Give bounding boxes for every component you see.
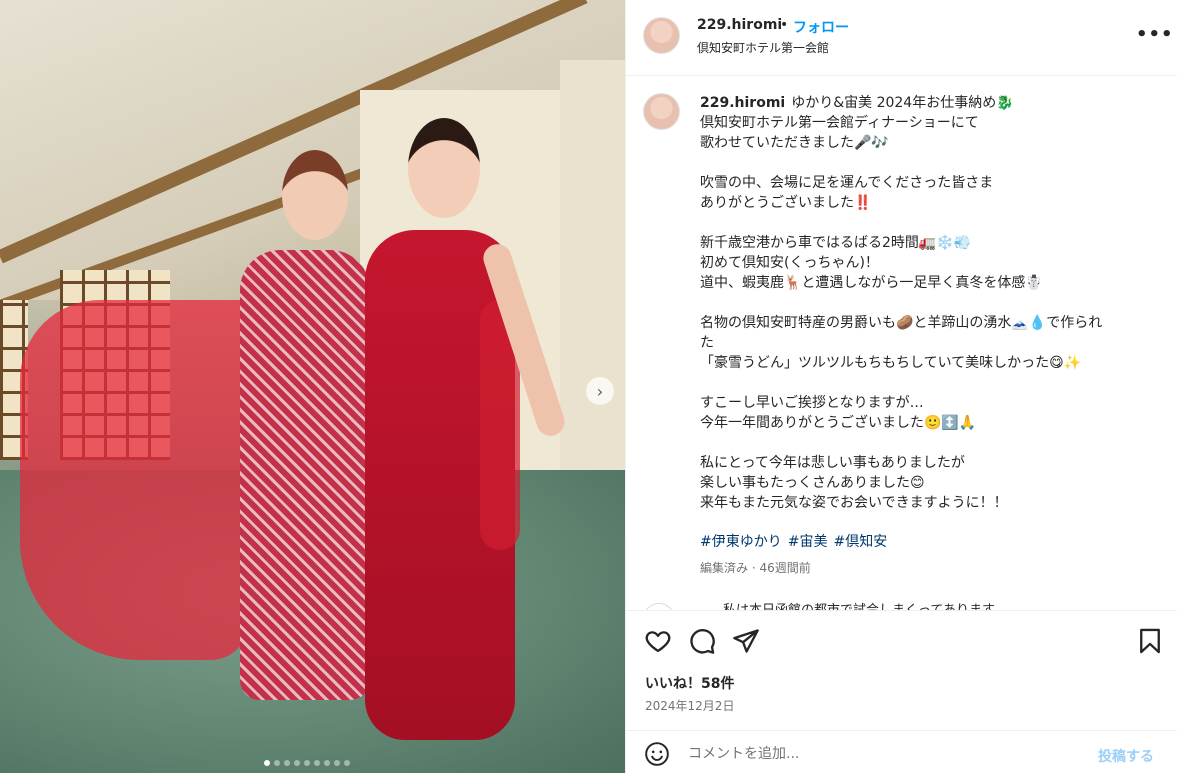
- carousel-dot: [294, 760, 300, 766]
- photo-shawl: [20, 300, 250, 660]
- comment-avatar[interactable]: [643, 603, 675, 610]
- caption-line: 楽しい事もたっくさんありました😊: [700, 475, 925, 491]
- post-header: 229.hiromi • フォロー 倶知安町ホテル第一会館 •••: [626, 0, 1177, 76]
- caption-line: ありがとうございました‼️: [700, 195, 872, 211]
- caption-line: 倶知安町ホテル第一会館ディナーショーにて: [700, 115, 979, 131]
- paper-plane-icon[interactable]: [732, 627, 760, 655]
- caption-line: た: [700, 335, 714, 351]
- carousel-dot: [324, 760, 330, 766]
- smiley-icon[interactable]: [644, 741, 670, 767]
- post-actions: いいね！58件 2024年12月2日: [626, 610, 1177, 730]
- caption-line: 私にとって今年は悲しい事もありましたが: [700, 455, 965, 471]
- post-side-panel: 229.hiromi • フォロー 倶知安町ホテル第一会館 ••• 229.hi…: [625, 0, 1177, 773]
- comment-bar: 投稿する: [626, 730, 1177, 773]
- caption-line: 吹雪の中、会場に足を運んでくださった皆さま: [700, 175, 994, 191]
- comment-item: 私は本日函館の都市で試合しまくってあります: [643, 599, 1163, 610]
- caption-line: 新千歳空港から車ではるばる2時間🚛❄️💨: [700, 235, 972, 251]
- caption-line: すこーし早いご挨拶となりますが…: [700, 395, 924, 411]
- photo-dress-left: [240, 250, 370, 700]
- caption-avatar[interactable]: [643, 93, 680, 130]
- carousel-dot: [274, 760, 280, 766]
- caption-line: 初めて倶知安(くっちゃん)！: [700, 255, 879, 271]
- caption-text: ゆかり&宙美 2024年お仕事納め🐉: [791, 95, 1014, 111]
- chevron-right-icon: ›: [596, 381, 604, 401]
- caption-username[interactable]: 229.hiromi: [700, 95, 785, 111]
- avatar[interactable]: [643, 17, 680, 54]
- caption-line: [700, 213, 1160, 233]
- comment-text: 私は本日函館の都市で試合しまくってあります: [723, 599, 995, 610]
- location-link[interactable]: 倶知安町ホテル第一会館: [697, 39, 829, 56]
- caption-first-line: 229.hiromi ゆかり&宙美 2024年お仕事納め🐉: [700, 93, 1160, 113]
- comments-scroll-area[interactable]: 229.hiromi ゆかり&宙美 2024年お仕事納め🐉 倶知安町ホテル第一会館…: [626, 77, 1177, 610]
- photo-person-left: [282, 150, 348, 240]
- carousel-dot: [304, 760, 310, 766]
- hashtag-link[interactable]: #宙美: [788, 534, 828, 550]
- header-separator: •: [780, 17, 789, 33]
- carousel-dot: [344, 760, 350, 766]
- caption-line: [700, 433, 1160, 453]
- post-photo[interactable]: ›: [0, 0, 625, 773]
- carousel-dot: [334, 760, 340, 766]
- caption-line: 「豪雪うどん」ツルツルもちもちしていて美味しかった😋✨: [700, 355, 1082, 371]
- caption-line: [700, 153, 1160, 173]
- comment-input[interactable]: [688, 743, 1068, 765]
- carousel-dots: [264, 760, 350, 766]
- post-caption: 229.hiromi ゆかり&宙美 2024年お仕事納め🐉 倶知安町ホテル第一会館…: [700, 93, 1160, 513]
- bookmark-icon[interactable]: [1136, 627, 1164, 655]
- heart-icon[interactable]: [644, 627, 672, 655]
- post-comment-button[interactable]: 投稿する: [1098, 746, 1154, 766]
- caption-line: 名物の倶知安町特産の男爵いも🥔と羊蹄山の湧水🗻💧で作られ: [700, 315, 1103, 331]
- carousel-next-button[interactable]: ›: [586, 377, 614, 405]
- hashtag-link[interactable]: #伊東ゆかり: [700, 534, 782, 550]
- photo-person-right: [408, 118, 480, 218]
- carousel-dot: [284, 760, 290, 766]
- hashtag-link[interactable]: #倶知安: [833, 534, 887, 550]
- caption-line: 歌わせていただきました🎤🎶: [700, 135, 889, 151]
- post-date[interactable]: 2024年12月2日: [645, 697, 734, 714]
- caption-line: 来年もまた元気な姿でお会いできますように！！: [700, 495, 1008, 511]
- caption-line: [700, 293, 1160, 313]
- hashtags: #伊東ゆかり #宙美 #倶知安: [700, 531, 893, 551]
- caption-meta: 編集済み · 46週間前: [700, 561, 811, 575]
- caption-line: [700, 373, 1160, 393]
- more-options-icon[interactable]: •••: [1136, 24, 1174, 45]
- like-count[interactable]: いいね！58件: [645, 673, 734, 693]
- follow-button[interactable]: フォロー: [793, 17, 849, 37]
- header-username[interactable]: 229.hiromi: [697, 17, 782, 33]
- comment-icon[interactable]: [688, 627, 716, 655]
- caption-line: 今年一年間ありがとうございました🙂↕️🙏: [700, 415, 977, 431]
- carousel-dot: [314, 760, 320, 766]
- carousel-dot: [264, 760, 270, 766]
- caption-line: 道中、蝦夷鹿🦌と遭遇しながら一足早く真冬を体感☃️: [700, 275, 1043, 291]
